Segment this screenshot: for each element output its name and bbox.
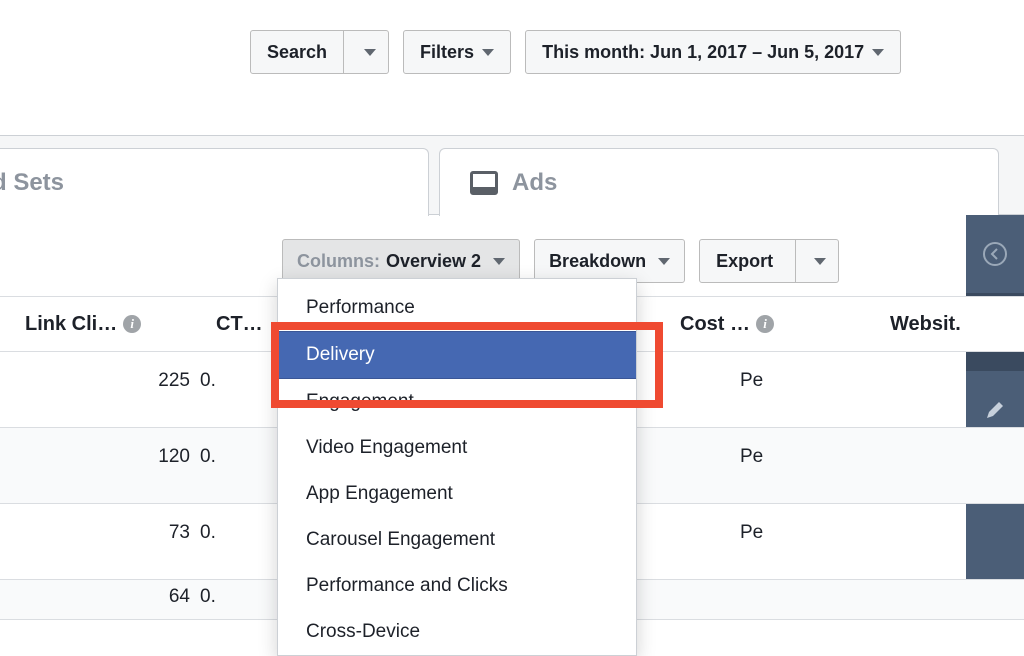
export-button-group: Export xyxy=(699,239,839,283)
column-header-text: Websit. xyxy=(890,313,961,336)
caret-down-icon xyxy=(364,49,376,56)
info-icon[interactable]: i xyxy=(123,315,141,333)
columns-button[interactable]: Columns: Overview 2 xyxy=(282,239,520,283)
dropdown-item-cross-device[interactable]: Cross-Device xyxy=(278,609,636,655)
breakdown-button[interactable]: Breakdown xyxy=(534,239,685,283)
cell-link-clicks: 64 xyxy=(0,586,190,608)
filters-label: Filters xyxy=(420,42,474,63)
column-header-text: Link Cli… xyxy=(25,313,117,336)
caret-down-icon xyxy=(814,258,826,265)
cell-ctr: 0. xyxy=(200,586,216,608)
breakdown-label: Breakdown xyxy=(549,251,646,272)
columns-prefix: Columns: xyxy=(297,251,380,272)
cell-cost: Pe xyxy=(740,370,763,392)
filters-button[interactable]: Filters xyxy=(403,30,511,74)
dropdown-item-performance[interactable]: Performance xyxy=(278,285,636,331)
cell-link-clicks: 120 xyxy=(0,446,190,468)
search-button-group: Search xyxy=(250,30,389,74)
caret-down-icon xyxy=(482,49,494,56)
tabs-row: d Sets Ads xyxy=(0,135,1024,215)
dropdown-item-delivery[interactable]: Delivery xyxy=(278,331,636,379)
cell-cost: Pe xyxy=(740,446,763,468)
search-button[interactable]: Search xyxy=(251,31,343,73)
column-header-cost[interactable]: Cost … i xyxy=(670,313,784,336)
info-icon[interactable]: i xyxy=(756,315,774,333)
tab-ads[interactable]: Ads xyxy=(439,148,999,216)
cell-link-clicks: 73 xyxy=(0,522,190,544)
dropdown-item-app-engagement[interactable]: App Engagement xyxy=(278,471,636,517)
tab-ad-sets[interactable]: d Sets xyxy=(0,148,429,216)
cell-ctr: 0. xyxy=(200,522,216,544)
tab-ads-label: Ads xyxy=(512,169,557,197)
caret-down-icon xyxy=(493,258,505,265)
export-button[interactable]: Export xyxy=(700,240,789,282)
tab-ad-sets-label: d Sets xyxy=(0,169,64,197)
columns-value: Overview 2 xyxy=(386,251,481,272)
column-header-link-clicks[interactable]: Link Cli… i xyxy=(15,313,151,336)
cell-ctr: 0. xyxy=(200,370,216,392)
date-range-label: This month: Jun 1, 2017 – Jun 5, 2017 xyxy=(542,42,864,63)
top-toolbar: Search Filters This month: Jun 1, 2017 –… xyxy=(250,30,901,74)
caret-down-icon xyxy=(658,258,670,265)
export-label: Export xyxy=(716,251,773,272)
column-header-text: Cost … xyxy=(680,313,750,336)
chevron-left-circle-icon xyxy=(982,241,1008,267)
export-dropdown-toggle[interactable] xyxy=(795,240,838,282)
dropdown-item-performance-and-clicks[interactable]: Performance and Clicks xyxy=(278,563,636,609)
caret-down-icon xyxy=(872,49,884,56)
column-header-text: CT… xyxy=(216,313,263,336)
dropdown-item-carousel-engagement[interactable]: Carousel Engagement xyxy=(278,517,636,563)
cell-ctr: 0. xyxy=(200,446,216,468)
column-header-ctr[interactable]: CT… xyxy=(206,313,273,336)
rail-collapse-button[interactable] xyxy=(966,215,1024,293)
date-range-button[interactable]: This month: Jun 1, 2017 – Jun 5, 2017 xyxy=(525,30,901,74)
search-dropdown-toggle[interactable] xyxy=(343,31,388,73)
cell-cost: Pe xyxy=(740,522,763,544)
column-header-website[interactable]: Websit. xyxy=(880,313,971,336)
dropdown-item-video-engagement[interactable]: Video Engagement xyxy=(278,425,636,471)
columns-dropdown-menu: Performance Delivery Engagement Video En… xyxy=(277,278,637,656)
ads-icon xyxy=(470,171,498,195)
dropdown-item-engagement[interactable]: Engagement xyxy=(278,379,636,425)
cell-link-clicks: 225 xyxy=(0,370,190,392)
